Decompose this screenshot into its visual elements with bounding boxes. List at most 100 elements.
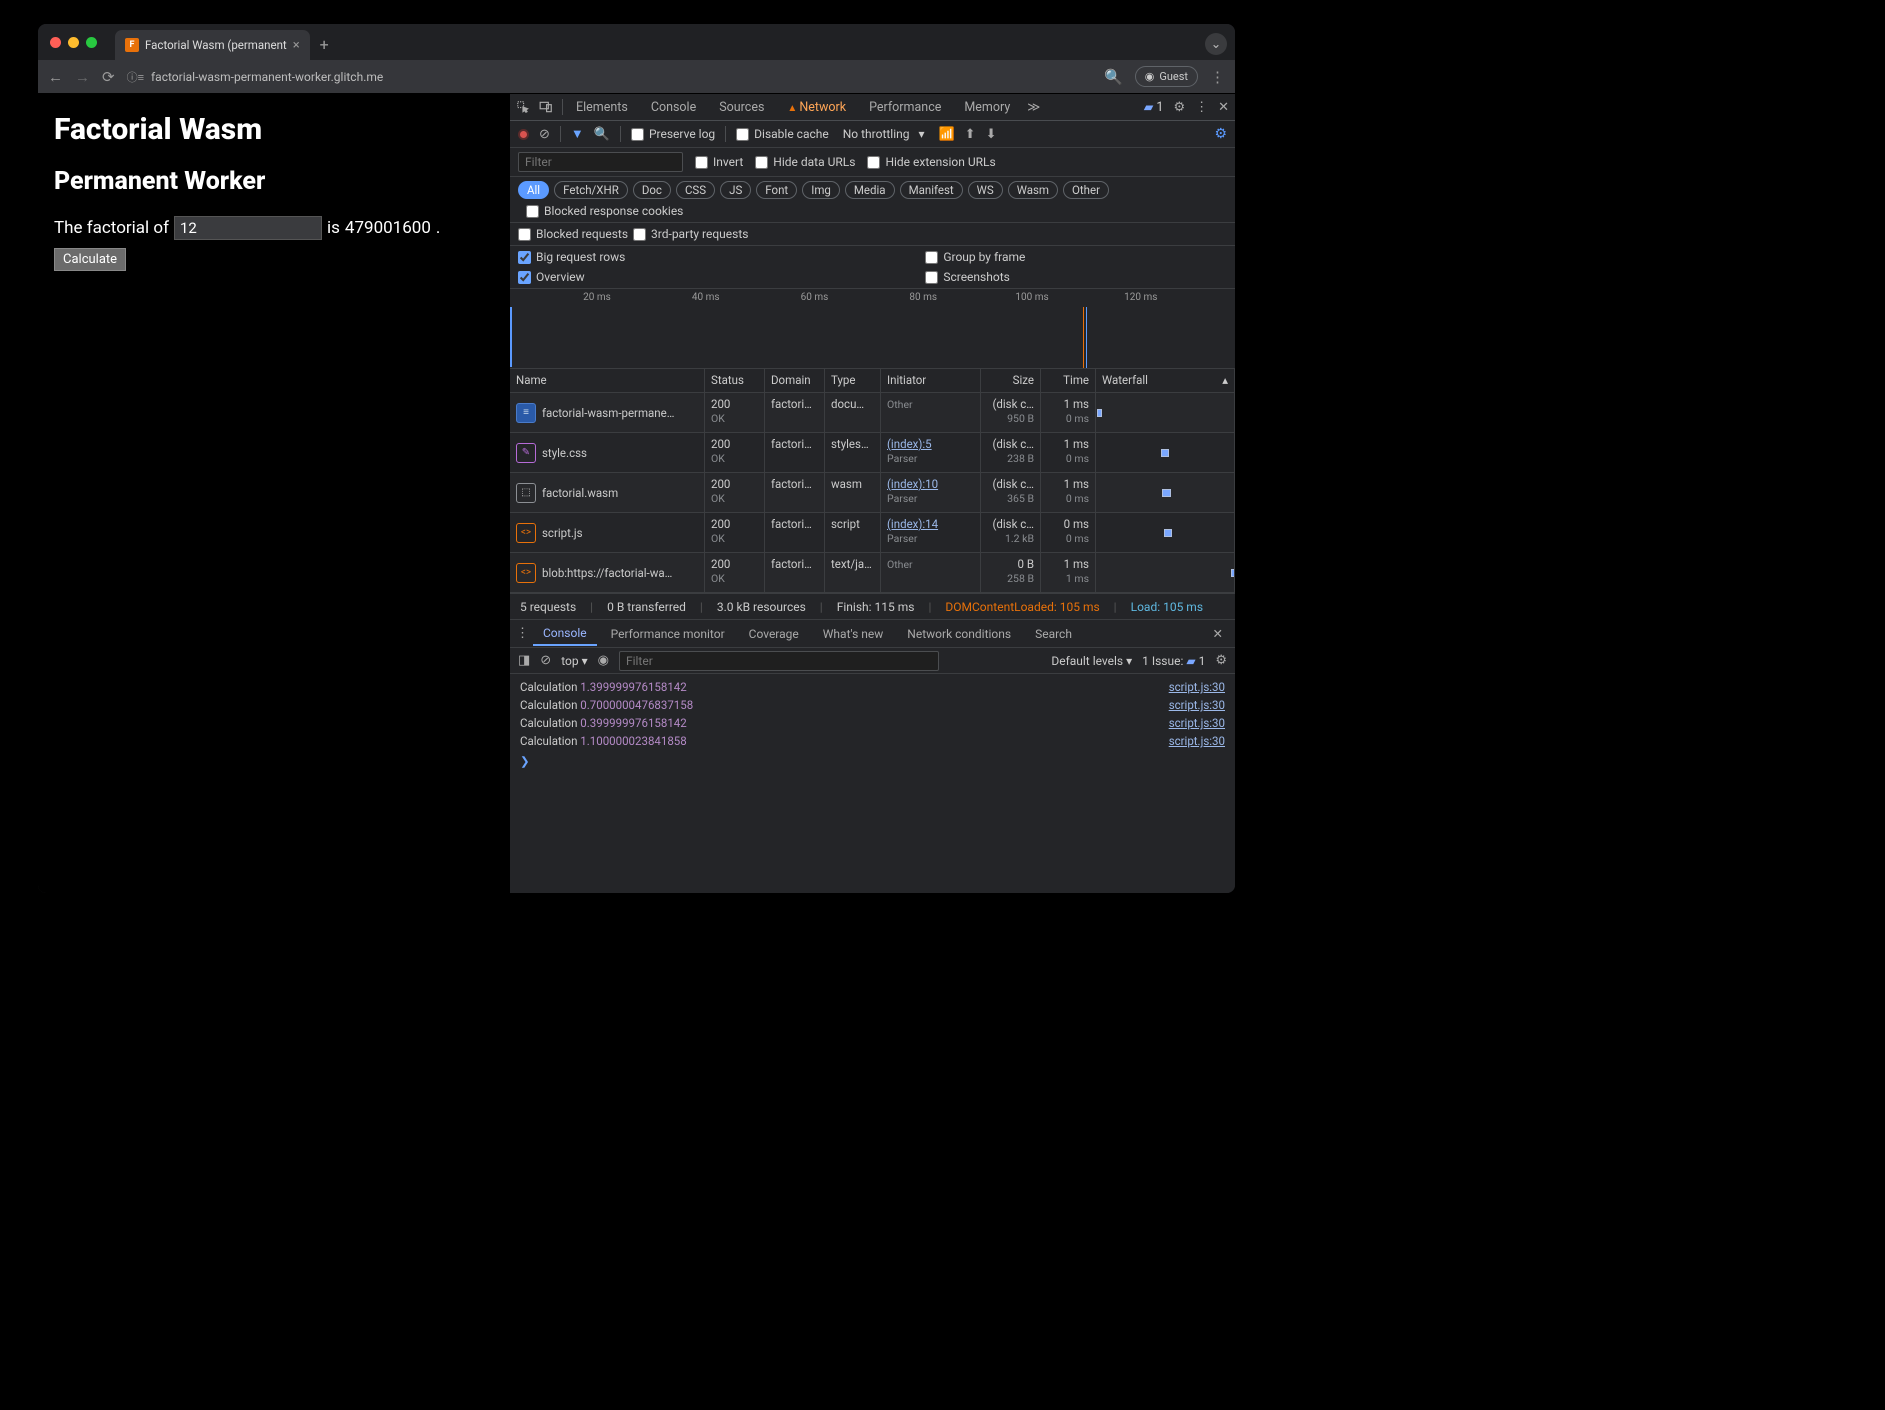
col-header-type[interactable]: Type [825,369,881,392]
tab-memory[interactable]: Memory [954,96,1020,119]
type-pill-font[interactable]: Font [756,181,797,199]
console-settings-icon[interactable]: ⚙ [1215,653,1227,668]
tab-close-icon[interactable]: × [293,38,300,53]
type-pill-css[interactable]: CSS [676,181,715,199]
screenshots-checkbox[interactable]: Screenshots [925,270,1025,284]
devtools-close-icon[interactable]: ✕ [1218,100,1229,115]
filter-input[interactable] [518,152,683,172]
timeline-overview[interactable]: 20 ms 40 ms 60 ms 80 ms 100 ms 120 ms [510,289,1235,369]
console-filter-input[interactable] [619,651,939,671]
nav-forward-button[interactable]: → [75,68,90,86]
upload-har-icon[interactable]: ⬆ [965,127,976,142]
col-header-initiator[interactable]: Initiator [881,369,981,392]
drawer-tab-perfmon[interactable]: Performance monitor [601,623,735,645]
col-header-size[interactable]: Size [981,369,1041,392]
big-rows-checkbox[interactable]: Big request rows [518,250,625,264]
new-tab-button[interactable]: + [320,35,329,54]
drawer-close-icon[interactable]: ✕ [1207,626,1229,642]
tab-performance[interactable]: Performance [859,96,951,119]
zoom-icon[interactable]: 🔍 [1104,68,1123,86]
log-source-link[interactable]: script.js:30 [1169,734,1225,748]
type-pill-manifest[interactable]: Manifest [900,181,963,199]
type-pill-media[interactable]: Media [845,181,895,199]
disable-cache-checkbox[interactable]: Disable cache [736,127,829,141]
blocked-cookies-checkbox[interactable]: Blocked response cookies [526,204,683,218]
tab-elements[interactable]: Elements [566,96,638,119]
drawer-tab-console[interactable]: Console [533,622,597,646]
tabs-overflow-button[interactable]: ≫ [1023,99,1044,115]
nav-back-button[interactable]: ← [48,68,63,86]
profile-guest-button[interactable]: ◉ Guest [1135,66,1198,87]
issues-badge[interactable]: ▰1 [1144,99,1164,115]
tab-network[interactable]: ▲Network [777,96,856,119]
tab-console[interactable]: Console [641,96,706,119]
levels-select[interactable]: Default levels ▾ [1051,654,1132,668]
network-row[interactable]: ⬚factorial.wasm 200OK factori… wasm (ind… [510,473,1235,513]
col-header-domain[interactable]: Domain [765,369,825,392]
network-settings-icon[interactable]: ⚙ [1214,126,1227,142]
site-settings-icon[interactable]: ⓘ≡ [127,69,144,85]
type-pill-all[interactable]: All [518,181,549,199]
network-conditions-icon[interactable]: 📶 [938,127,954,142]
type-pill-img[interactable]: Img [802,181,840,199]
live-expression-icon[interactable]: ◉ [598,653,609,668]
calculate-button[interactable]: Calculate [54,248,126,271]
col-header-waterfall[interactable]: Waterfall▴ [1096,369,1235,392]
factorial-input[interactable] [174,216,322,240]
log-source-link[interactable]: script.js:30 [1169,716,1225,730]
search-icon[interactable]: 🔍 [594,127,610,142]
drawer-tab-coverage[interactable]: Coverage [739,623,809,645]
device-toggle-icon[interactable] [539,100,559,114]
address-bar[interactable]: ⓘ≡ factorial-wasm-permanent-worker.glitc… [127,69,1092,85]
col-header-name[interactable]: Name [510,369,705,392]
tabs-dropdown-button[interactable]: ⌄ [1205,33,1227,55]
group-frame-checkbox[interactable]: Group by frame [925,250,1025,264]
drawer-tab-whatsnew[interactable]: What's new [813,623,894,645]
hide-data-urls-checkbox[interactable]: Hide data URLs [755,155,855,169]
network-row[interactable]: ≡factorial-wasm-permane… 200OK factori… … [510,393,1235,433]
blocked-requests-checkbox[interactable]: Blocked requests [518,227,628,241]
col-header-status[interactable]: Status [705,369,765,392]
console-clear-icon[interactable]: ⊘ [540,653,551,668]
type-pill-ws[interactable]: WS [968,181,1003,199]
log-source-link[interactable]: script.js:30 [1169,680,1225,694]
throttling-select[interactable]: No throttling ▾ [839,125,929,143]
type-pill-other[interactable]: Other [1063,181,1109,199]
window-minimize[interactable] [68,37,79,48]
network-row[interactable]: <>blob:https://factorial-wa… 200OK facto… [510,553,1235,593]
type-pill-fetch[interactable]: Fetch/XHR [554,181,628,199]
dcl-marker [1083,307,1084,368]
log-source-link[interactable]: script.js:30 [1169,698,1225,712]
context-select[interactable]: top ▾ [561,654,587,668]
console-sidebar-icon[interactable]: ◨ [518,653,530,668]
window-close[interactable] [50,37,61,48]
console-issues[interactable]: 1 Issue: ▰ 1 [1142,654,1205,668]
download-har-icon[interactable]: ⬇ [986,127,997,142]
type-pill-wasm[interactable]: Wasm [1008,181,1058,199]
invert-checkbox[interactable]: Invert [695,155,743,169]
devtools-settings-icon[interactable]: ⚙ [1173,100,1185,115]
overview-checkbox[interactable]: Overview [518,270,625,284]
hide-extension-urls-checkbox[interactable]: Hide extension URLs [867,155,995,169]
drawer-tab-search[interactable]: Search [1025,623,1082,645]
network-row[interactable]: <>script.js 200OK factori… script (index… [510,513,1235,553]
type-pill-js[interactable]: JS [720,181,751,199]
browser-menu-button[interactable]: ⋮ [1210,68,1225,86]
tab-sources[interactable]: Sources [709,96,774,119]
preserve-log-checkbox[interactable]: Preserve log [631,127,715,141]
record-button[interactable] [518,129,529,140]
network-row[interactable]: ✎style.css 200OK factori… styles… (index… [510,433,1235,473]
third-party-checkbox[interactable]: 3rd-party requests [633,227,748,241]
col-header-time[interactable]: Time [1041,369,1096,392]
filter-toggle-icon[interactable]: ▼ [571,126,584,142]
drawer-menu-icon[interactable]: ⋮ [516,626,529,641]
nav-reload-button[interactable]: ⟳ [102,68,115,86]
inspect-icon[interactable] [516,100,536,114]
console-prompt[interactable]: ❯ [520,750,1225,772]
clear-button[interactable]: ⊘ [539,127,550,142]
type-pill-doc[interactable]: Doc [633,181,671,199]
window-zoom[interactable] [86,37,97,48]
browser-tab[interactable]: F Factorial Wasm (permanent × [115,30,310,60]
drawer-tab-netcond[interactable]: Network conditions [897,623,1021,645]
devtools-menu-icon[interactable]: ⋮ [1195,100,1208,115]
